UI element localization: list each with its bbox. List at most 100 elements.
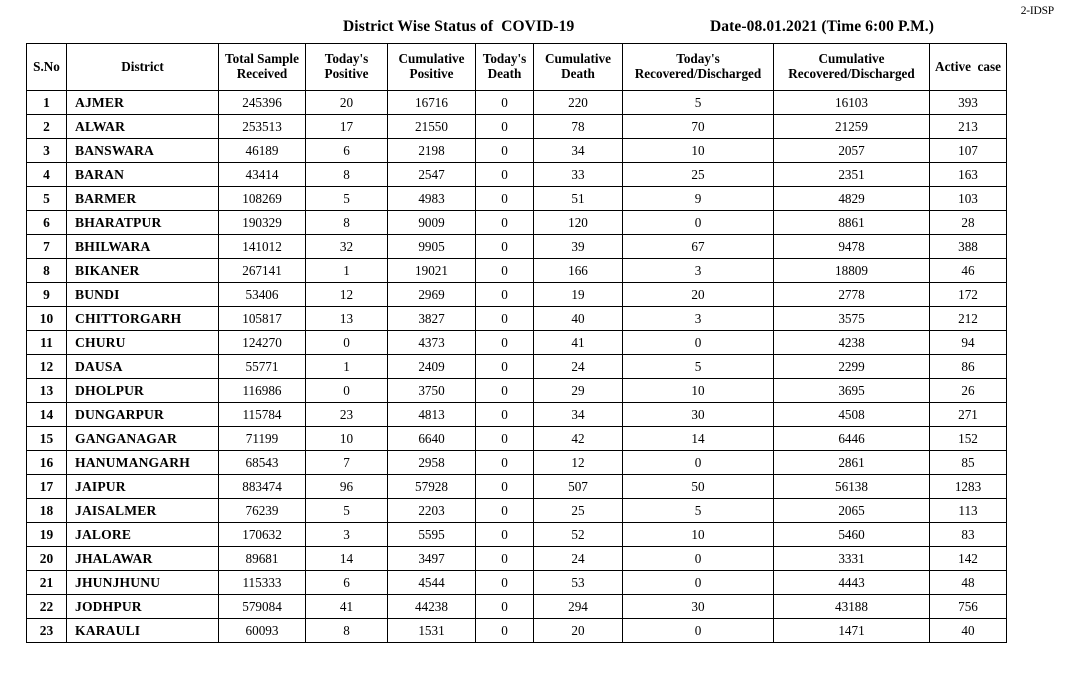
cell-district: ALWAR bbox=[66, 114, 219, 139]
cell-todays-recovered: 14 bbox=[622, 426, 774, 451]
table-row: 16 HANUMANGARH 68543 7 2958 0 12 0 2861 85 bbox=[26, 450, 1007, 475]
cell-cumulative-death: 12 bbox=[533, 450, 623, 475]
cell-total-sample-received: 55771 bbox=[218, 354, 306, 379]
cell-total-sample-received: 115333 bbox=[218, 570, 306, 595]
table-row: 12 DAUSA 55771 1 2409 0 24 5 2299 86 bbox=[26, 354, 1007, 379]
cell-total-sample-received: 115784 bbox=[218, 402, 306, 427]
cell-active-case: 26 bbox=[929, 378, 1007, 403]
cell-cumulative-recovered: 2299 bbox=[773, 354, 930, 379]
cell-active-case: 86 bbox=[929, 354, 1007, 379]
cell-active-case: 393 bbox=[929, 90, 1007, 115]
cell-todays-positive: 96 bbox=[305, 474, 388, 499]
cell-cumulative-recovered: 2351 bbox=[773, 162, 930, 187]
cell-sno: 13 bbox=[26, 378, 67, 403]
column-header-line: Received bbox=[236, 66, 288, 81]
cell-district: JAIPUR bbox=[66, 474, 219, 499]
cell-total-sample-received: 46189 bbox=[218, 138, 306, 163]
cell-total-sample-received: 253513 bbox=[218, 114, 306, 139]
cell-district: BHILWARA bbox=[66, 234, 219, 259]
cell-sno: 5 bbox=[26, 186, 67, 211]
cell-todays-recovered: 9 bbox=[622, 186, 774, 211]
cell-todays-recovered: 3 bbox=[622, 258, 774, 283]
cell-total-sample-received: 89681 bbox=[218, 546, 306, 571]
cell-sno: 7 bbox=[26, 234, 67, 259]
document-page: 2-IDSP District Wise Status of COVID-19 … bbox=[0, 0, 1072, 691]
cell-total-sample-received: 68543 bbox=[218, 450, 306, 475]
cell-todays-death: 0 bbox=[475, 234, 534, 259]
cell-todays-death: 0 bbox=[475, 162, 534, 187]
cell-cumulative-positive: 3497 bbox=[387, 546, 476, 571]
cell-sno: 3 bbox=[26, 138, 67, 163]
cell-todays-positive: 8 bbox=[305, 210, 388, 235]
cell-total-sample-received: 190329 bbox=[218, 210, 306, 235]
cell-cumulative-death: 33 bbox=[533, 162, 623, 187]
cell-cumulative-recovered: 4829 bbox=[773, 186, 930, 211]
column-header-line: Positive bbox=[324, 66, 369, 81]
cell-district: GANGANAGAR bbox=[66, 426, 219, 451]
cell-cumulative-death: 507 bbox=[533, 474, 623, 499]
cell-todays-recovered: 0 bbox=[622, 570, 774, 595]
cell-todays-positive: 0 bbox=[305, 378, 388, 403]
cell-todays-positive: 3 bbox=[305, 522, 388, 547]
cell-cumulative-recovered: 4238 bbox=[773, 330, 930, 355]
cell-cumulative-positive: 4983 bbox=[387, 186, 476, 211]
cell-cumulative-death: 19 bbox=[533, 282, 623, 307]
cell-todays-death: 0 bbox=[475, 570, 534, 595]
cell-todays-death: 0 bbox=[475, 594, 534, 619]
cell-todays-recovered: 67 bbox=[622, 234, 774, 259]
table-row: 5 BARMER 108269 5 4983 0 51 9 4829 103 bbox=[26, 186, 1007, 211]
cell-active-case: 163 bbox=[929, 162, 1007, 187]
document-header: District Wise Status of COVID-19 Date-08… bbox=[26, 18, 1046, 40]
cell-cumulative-recovered: 5460 bbox=[773, 522, 930, 547]
column-header-todays-positive: Today's Positive bbox=[305, 43, 388, 91]
cell-todays-death: 0 bbox=[475, 450, 534, 475]
column-header-line: District bbox=[121, 58, 164, 74]
table-row: 8 BIKANER 267141 1 19021 0 166 3 18809 46 bbox=[26, 258, 1007, 283]
cell-todays-positive: 7 bbox=[305, 450, 388, 475]
cell-cumulative-recovered: 2861 bbox=[773, 450, 930, 475]
cell-district: BIKANER bbox=[66, 258, 219, 283]
table-row: 13 DHOLPUR 116986 0 3750 0 29 10 3695 26 bbox=[26, 378, 1007, 403]
column-header-cumulative-positive: Cumulative Positive bbox=[387, 43, 476, 91]
cell-todays-death: 0 bbox=[475, 498, 534, 523]
cell-todays-death: 0 bbox=[475, 618, 534, 643]
report-date-time: Date-08.01.2021 (Time 6:00 P.M.) bbox=[710, 18, 935, 35]
cell-cumulative-death: 166 bbox=[533, 258, 623, 283]
table-row: 14 DUNGARPUR 115784 23 4813 0 34 30 4508 271 bbox=[26, 402, 1007, 427]
cell-todays-recovered: 0 bbox=[622, 450, 774, 475]
table-row: 4 BARAN 43414 8 2547 0 33 25 2351 163 bbox=[26, 162, 1007, 187]
cell-sno: 12 bbox=[26, 354, 67, 379]
cell-cumulative-recovered: 2778 bbox=[773, 282, 930, 307]
cell-cumulative-positive: 6640 bbox=[387, 426, 476, 451]
cell-total-sample-received: 71199 bbox=[218, 426, 306, 451]
cell-todays-recovered: 0 bbox=[622, 618, 774, 643]
cell-active-case: 388 bbox=[929, 234, 1007, 259]
table-row: 9 BUNDI 53406 12 2969 0 19 20 2778 172 bbox=[26, 282, 1007, 307]
cell-sno: 22 bbox=[26, 594, 67, 619]
cell-cumulative-death: 34 bbox=[533, 138, 623, 163]
cell-district: DAUSA bbox=[66, 354, 219, 379]
cell-sno: 1 bbox=[26, 90, 67, 115]
cell-todays-death: 0 bbox=[475, 210, 534, 235]
cell-active-case: 1283 bbox=[929, 474, 1007, 499]
cell-total-sample-received: 141012 bbox=[218, 234, 306, 259]
column-header-district: District bbox=[66, 43, 219, 91]
cell-cumulative-positive: 44238 bbox=[387, 594, 476, 619]
cell-cumulative-positive: 19021 bbox=[387, 258, 476, 283]
cell-todays-recovered: 0 bbox=[622, 546, 774, 571]
cell-todays-death: 0 bbox=[475, 282, 534, 307]
cell-todays-death: 0 bbox=[475, 522, 534, 547]
table-row: 18 JAISALMER 76239 5 2203 0 25 5 2065 113 bbox=[26, 498, 1007, 523]
column-header-line: S.No bbox=[33, 58, 60, 74]
cell-todays-death: 0 bbox=[475, 138, 534, 163]
cell-todays-recovered: 0 bbox=[622, 330, 774, 355]
cell-todays-death: 0 bbox=[475, 354, 534, 379]
cell-district: KARAULI bbox=[66, 618, 219, 643]
column-header-cumulative-recovered: Cumulative Recovered/Discharged bbox=[773, 43, 930, 91]
cell-cumulative-death: 24 bbox=[533, 354, 623, 379]
cell-district: BANSWARA bbox=[66, 138, 219, 163]
cell-cumulative-positive: 3827 bbox=[387, 306, 476, 331]
cell-cumulative-recovered: 1471 bbox=[773, 618, 930, 643]
cell-todays-recovered: 10 bbox=[622, 138, 774, 163]
column-header-total-sample-received: Total Sample Received bbox=[218, 43, 306, 91]
